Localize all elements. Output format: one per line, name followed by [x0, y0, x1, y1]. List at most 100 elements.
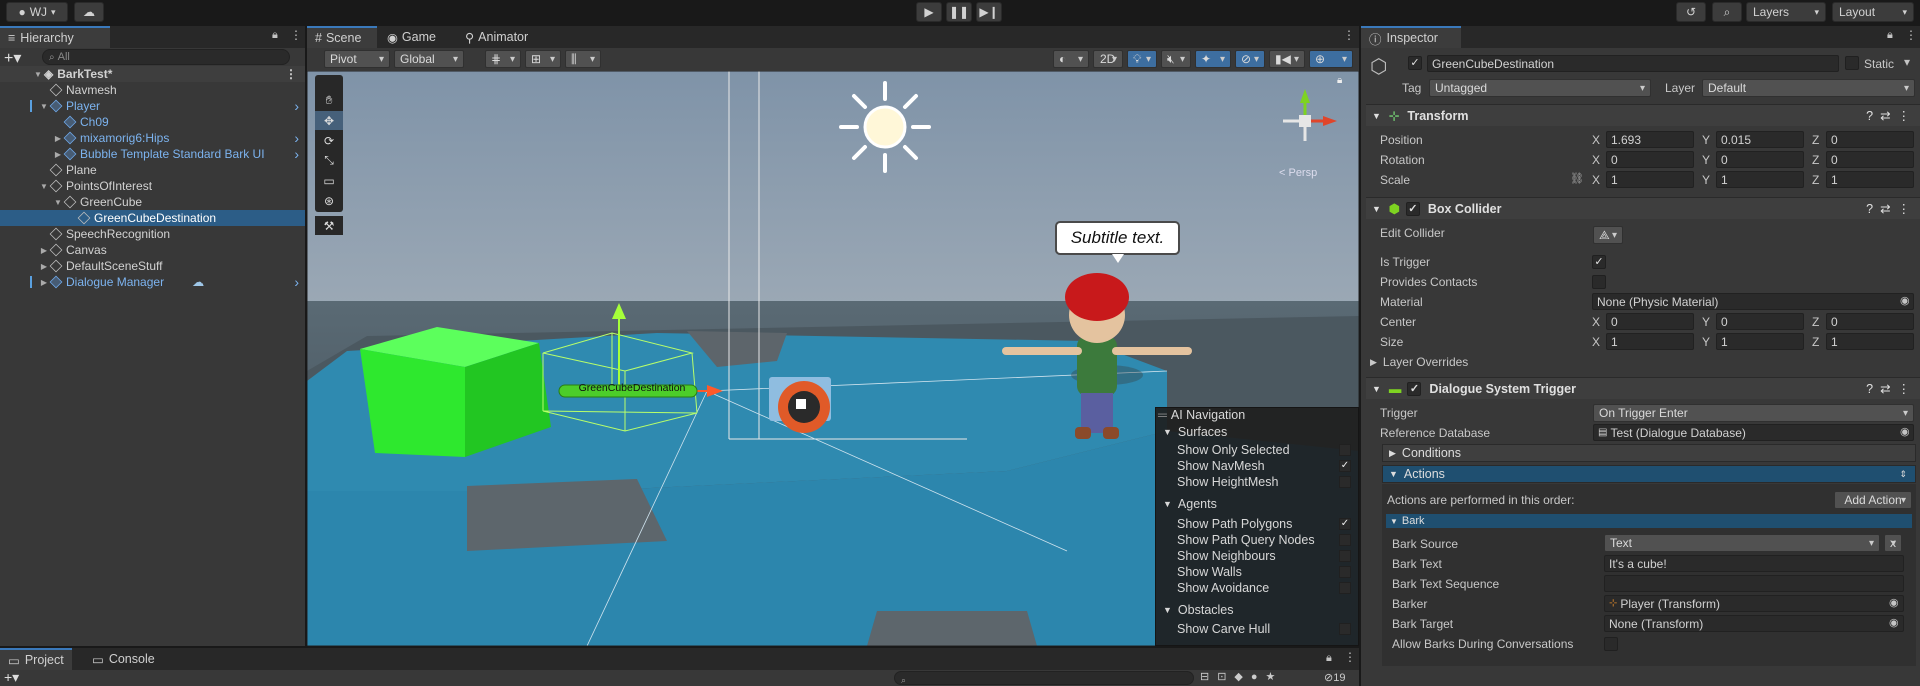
tab-console[interactable]: ▭ Console	[84, 648, 163, 670]
transform-tool-icon[interactable]: ⊛	[315, 191, 343, 210]
show-avoidance-checkbox[interactable]	[1339, 582, 1351, 594]
tab-animator[interactable]: ⚲ Animator	[457, 26, 536, 48]
show-path-polygons-checkbox[interactable]: ✓	[1339, 518, 1351, 530]
more-icon[interactable]: ⋮	[290, 28, 302, 42]
hierarchy-search-input[interactable]: ⌕ All	[42, 49, 290, 65]
prefab-open-icon[interactable]: ›	[294, 98, 299, 114]
rotation-x-field[interactable]: 0	[1606, 151, 1694, 168]
add-action-button[interactable]: Add Action	[1834, 491, 1912, 509]
show-heightmesh-checkbox[interactable]	[1339, 476, 1351, 488]
reference-database-field[interactable]: ▤ Test (Dialogue Database)	[1593, 424, 1914, 441]
hierarchy-item[interactable]: Ch09	[0, 114, 305, 130]
effects-dropdown[interactable]: ✦	[1195, 50, 1231, 68]
object-picker-icon[interactable]: ◉	[1889, 616, 1899, 629]
dst-enabled-checkbox[interactable]: ✓	[1407, 381, 1422, 396]
rect-tool-icon[interactable]: ▭	[315, 171, 343, 190]
cloud-icon[interactable]: ☁	[74, 2, 104, 22]
prefab-open-icon[interactable]: ›	[294, 130, 299, 146]
foldout-arrow-icon[interactable]: ▼	[38, 102, 50, 111]
create-button[interactable]: +▾	[4, 669, 19, 686]
hierarchy-item[interactable]: Plane	[0, 162, 305, 178]
transform-header[interactable]: ▼ ⊹ Transform ? ⇄ ⋮	[1366, 104, 1920, 126]
show-carve-hull-checkbox[interactable]	[1339, 623, 1351, 635]
prefab-open-icon[interactable]: ›	[294, 274, 299, 290]
camera-dropdown[interactable]: ▮◀	[1269, 50, 1305, 68]
show-navmesh-checkbox[interactable]: ✓	[1339, 460, 1351, 472]
global-dropdown[interactable]: Global	[394, 50, 464, 68]
rotation-y-field[interactable]: 0	[1716, 151, 1804, 168]
show-neighbours-checkbox[interactable]	[1339, 550, 1351, 562]
increment-snap-dropdown[interactable]: ⊞	[525, 50, 561, 68]
layer-dropdown[interactable]: Default	[1702, 79, 1915, 97]
visibility-toggle[interactable]: ⊘	[1235, 50, 1265, 68]
prefab-open-icon[interactable]: ›	[294, 146, 299, 162]
lock-icon[interactable]: 🔒︎	[1326, 652, 1332, 665]
hierarchy-item[interactable]: ▶ Dialogue Manager › ☁	[0, 274, 305, 290]
more-icon[interactable]: ⋮	[285, 67, 297, 81]
hierarchy-item[interactable]: ▶ Bubble Template Standard Bark UI ›	[0, 146, 305, 162]
more-icon[interactable]: ⋮	[1343, 28, 1355, 42]
foldout-arrow-icon[interactable]: ▶	[52, 134, 64, 143]
hierarchy-item[interactable]: ▼ Player ›	[0, 98, 305, 114]
object-name-field[interactable]: GreenCubeDestination	[1427, 55, 1839, 72]
2d-toggle[interactable]: 2D	[1093, 50, 1123, 68]
foldout-arrow-icon[interactable]: ▶	[38, 278, 50, 287]
project-filter-icons[interactable]: ⊟⊡◆●★	[1200, 670, 1283, 683]
layers-dropdown[interactable]: Layers ▾	[1746, 2, 1826, 22]
object-picker-icon[interactable]: ◉	[1900, 425, 1910, 438]
box-collider-enabled-checkbox[interactable]: ✓	[1405, 201, 1420, 216]
grid-snap-dropdown[interactable]: ⋕	[485, 50, 521, 68]
position-x-field[interactable]: 1.693	[1606, 131, 1694, 148]
hierarchy-item[interactable]: SpeechRecognition	[0, 226, 305, 242]
static-checkbox[interactable]	[1845, 56, 1859, 70]
tab-inspector[interactable]: ⓘ Inspector	[1361, 26, 1461, 48]
object-picker-icon[interactable]: ◉	[1889, 596, 1899, 609]
position-y-field[interactable]: 0.015	[1716, 131, 1804, 148]
gizmo-lock-icon[interactable]: 🔒︎	[1337, 75, 1342, 86]
ai-nav-obstacles-header[interactable]: ▼ Obstacles	[1163, 602, 1234, 618]
add-button[interactable]: +▾	[4, 48, 28, 67]
persp-label[interactable]: < Persp	[1279, 167, 1317, 179]
scale-z-field[interactable]: 1	[1826, 171, 1914, 188]
lock-icon[interactable]: 🔒︎	[272, 29, 278, 42]
size-z-field[interactable]: 1	[1826, 333, 1914, 350]
hierarchy-item[interactable]: GreenCubeDestination	[0, 210, 305, 226]
foldout-arrow-icon[interactable]: ▼	[38, 182, 50, 191]
component-menu-icons[interactable]: ? ⇄ ⋮	[1866, 108, 1910, 123]
actions-foldout[interactable]: ▼ Actions ⇕	[1382, 465, 1916, 483]
hierarchy-item[interactable]: ▼ GreenCube	[0, 194, 305, 210]
is-trigger-checkbox[interactable]: ✓	[1592, 255, 1606, 269]
move-tool-icon[interactable]: ✥	[315, 111, 343, 130]
center-x-field[interactable]: 0	[1606, 313, 1694, 330]
trigger-dropdown[interactable]: On Trigger Enter	[1593, 404, 1914, 422]
more-icon[interactable]: ⋮	[1344, 650, 1356, 664]
audio-toggle[interactable]: 🔇︎	[1161, 50, 1191, 68]
history-icon[interactable]: ↺	[1676, 2, 1706, 22]
hierarchy-item[interactable]: Navmesh	[0, 82, 305, 98]
pause-button[interactable]: ❚❚	[946, 2, 972, 22]
bark-text-sequence-field[interactable]	[1604, 575, 1904, 592]
gizmos-dropdown[interactable]: ⊕	[1309, 50, 1353, 68]
allow-barks-checkbox[interactable]	[1604, 637, 1618, 651]
size-y-field[interactable]: 1	[1716, 333, 1804, 350]
lighting-toggle[interactable]: 💡︎	[1127, 50, 1157, 68]
size-x-field[interactable]: 1	[1606, 333, 1694, 350]
layer-overrides-foldout[interactable]: ▶ Layer Overrides	[1370, 353, 1468, 371]
layout-dropdown[interactable]: Layout ▾	[1832, 2, 1914, 22]
ai-nav-agents-header[interactable]: ▼ Agents	[1163, 496, 1217, 512]
more-icon[interactable]: ⋮	[1905, 28, 1917, 42]
foldout-arrow-icon[interactable]: ▼	[52, 198, 64, 207]
foldout-arrow-icon[interactable]: ▶	[38, 262, 50, 271]
center-y-field[interactable]: 0	[1716, 313, 1804, 330]
hierarchy-item[interactable]: ▶ mixamorig6:Hips ›	[0, 130, 305, 146]
search-icon[interactable]: ⌕	[1712, 2, 1742, 22]
project-search-input[interactable]: ⌕	[894, 671, 1194, 685]
tab-game[interactable]: ◉ Game	[379, 26, 444, 48]
dialogue-system-trigger-header[interactable]: ▼ ▬ ✓ Dialogue System Trigger ? ⇄ ⋮	[1366, 377, 1920, 399]
link-icon[interactable]: ⛓	[1570, 172, 1584, 185]
bark-section[interactable]: ▼ Bark	[1386, 514, 1912, 528]
barker-field[interactable]: ⊹ Player (Transform)	[1604, 595, 1904, 612]
scale-x-field[interactable]: 1	[1606, 171, 1694, 188]
lock-icon[interactable]: 🔒︎	[1887, 29, 1893, 42]
bark-source-dropdown[interactable]: Text	[1604, 534, 1880, 552]
